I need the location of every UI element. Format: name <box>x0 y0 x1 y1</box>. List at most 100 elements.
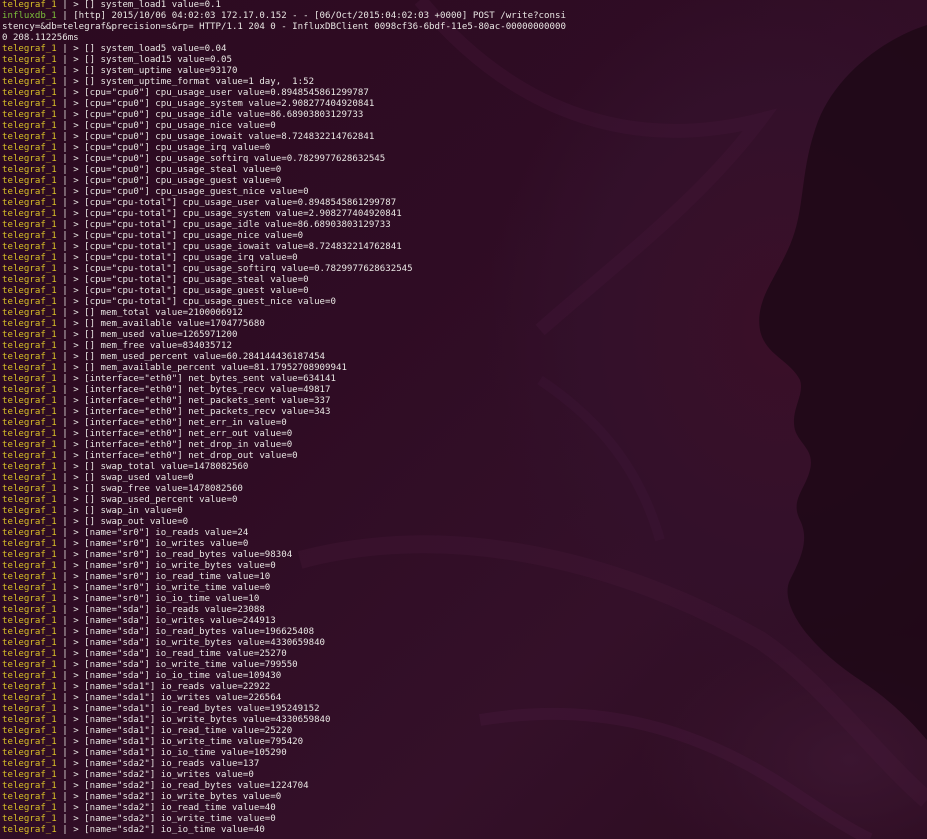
log-line: telegraf_1 | > [] system_uptime value=93… <box>2 66 927 77</box>
log-separator: | <box>56 484 74 494</box>
log-separator: | <box>56 220 74 230</box>
log-line: telegraf_1 | > [name="sda2"] io_read_tim… <box>2 803 927 814</box>
log-message: [http] 2015/10/06 04:02:03 172.17.0.152 … <box>73 11 566 21</box>
log-message: > [name="sda"] io_write_bytes value=4330… <box>73 638 326 648</box>
log-message: > [name="sda2"] io_write_time value=0 <box>73 814 276 824</box>
log-line: telegraf_1 | > [name="sr0"] io_read_byte… <box>2 550 927 561</box>
log-message: > [] mem_used_percent value=60.284144436… <box>73 352 326 362</box>
log-line: telegraf_1 | > [name="sda"] io_reads val… <box>2 605 927 616</box>
log-line: telegraf_1 | > [name="sr0"] io_read_time… <box>2 572 927 583</box>
log-source-tag: telegraf_1 <box>2 572 57 582</box>
log-source-tag: telegraf_1 <box>2 77 57 87</box>
log-message: > [cpu="cpu0"] cpu_usage_system value=2.… <box>73 99 375 109</box>
log-separator: | <box>56 759 74 769</box>
log-message: > [cpu="cpu-total"] cpu_usage_guest valu… <box>73 286 309 296</box>
log-separator: | <box>56 176 74 186</box>
log-line: telegraf_1 | > [cpu="cpu0"] cpu_usage_gu… <box>2 176 927 187</box>
log-message: > [] swap_used value=0 <box>73 473 194 483</box>
log-source-tag: telegraf_1 <box>2 308 57 318</box>
log-line: telegraf_1 | > [cpu="cpu0"] cpu_usage_so… <box>2 154 927 165</box>
log-source-tag: telegraf_1 <box>2 440 57 450</box>
log-line: telegraf_1 | > [name="sda1"] io_write_ti… <box>2 737 927 748</box>
log-message: > [cpu="cpu0"] cpu_usage_user value=0.89… <box>73 88 369 98</box>
log-message: > [name="sr0"] io_reads value=24 <box>73 528 249 538</box>
log-source-tag: telegraf_1 <box>2 231 57 241</box>
log-line: telegraf_1 | > [name="sda"] io_read_byte… <box>2 627 927 638</box>
log-separator: | <box>56 242 74 252</box>
log-line: telegraf_1 | > [cpu="cpu-total"] cpu_usa… <box>2 198 927 209</box>
log-message: > [cpu="cpu-total"] cpu_usage_iowait val… <box>73 242 402 252</box>
log-message: > [interface="eth0"] net_packets_recv va… <box>73 407 331 417</box>
log-source-tag: telegraf_1 <box>2 726 57 736</box>
log-source-tag: telegraf_1 <box>2 242 57 252</box>
log-separator: | <box>56 704 74 714</box>
log-line: telegraf_1 | > [name="sda2"] io_write_by… <box>2 792 927 803</box>
log-line: telegraf_1 | > [interface="eth0"] net_pa… <box>2 396 927 407</box>
log-source-tag: telegraf_1 <box>2 286 57 296</box>
terminal-window[interactable]: telegraf_1 | > [] system_load1 value=0.1… <box>0 0 927 839</box>
log-separator: | <box>56 297 74 307</box>
log-separator: | <box>56 253 74 263</box>
log-message: > [cpu="cpu-total"] cpu_usage_guest_nice… <box>73 297 336 307</box>
log-line: telegraf_1 | > [cpu="cpu-total"] cpu_usa… <box>2 220 927 231</box>
log-separator: | <box>56 770 74 780</box>
terminal-output[interactable]: telegraf_1 | > [] system_load1 value=0.1… <box>2 0 927 836</box>
log-source-tag: telegraf_1 <box>2 275 57 285</box>
log-source-tag: telegraf_1 <box>2 352 57 362</box>
log-message: > [name="sr0"] io_read_time value=10 <box>73 572 271 582</box>
log-source-tag: telegraf_1 <box>2 561 57 571</box>
log-line: telegraf_1 | > [interface="eth0"] net_pa… <box>2 407 927 418</box>
log-line: influxdb_1 | [http] 2015/10/06 04:02:03 … <box>2 11 927 22</box>
log-source-tag: telegraf_1 <box>2 539 57 549</box>
log-separator: | <box>56 594 74 604</box>
log-source-tag: telegraf_1 <box>2 209 57 219</box>
log-line: telegraf_1 | > [] system_load15 value=0.… <box>2 55 927 66</box>
log-line: telegraf_1 | > [cpu="cpu-total"] cpu_usa… <box>2 253 927 264</box>
log-line: telegraf_1 | > [cpu="cpu0"] cpu_usage_gu… <box>2 187 927 198</box>
log-separator: | <box>56 726 74 736</box>
log-separator: | <box>56 550 74 560</box>
log-source-tag: telegraf_1 <box>2 715 57 725</box>
log-line: telegraf_1 | > [name="sda"] io_io_time v… <box>2 671 927 682</box>
log-source-tag: telegraf_1 <box>2 451 57 461</box>
log-message: > [] swap_free value=1478082560 <box>73 484 243 494</box>
log-message: > [] mem_used value=1265971200 <box>73 330 238 340</box>
log-separator: | <box>56 517 74 527</box>
log-line: telegraf_1 | > [cpu="cpu0"] cpu_usage_io… <box>2 132 927 143</box>
log-source-tag: telegraf_1 <box>2 176 57 186</box>
log-line: telegraf_1 | > [] swap_used value=0 <box>2 473 927 484</box>
log-line: telegraf_1 | > [cpu="cpu-total"] cpu_usa… <box>2 242 927 253</box>
log-message: > [cpu="cpu0"] cpu_usage_softirq value=0… <box>73 154 386 164</box>
log-source-tag: telegraf_1 <box>2 660 57 670</box>
log-separator: | <box>56 154 74 164</box>
log-source-tag: telegraf_1 <box>2 748 57 758</box>
log-line: stency=&db=telegraf&precision=s&rp= HTTP… <box>2 22 927 33</box>
log-line: telegraf_1 | > [cpu="cpu-total"] cpu_usa… <box>2 209 927 220</box>
log-message: > [] swap_out value=0 <box>73 517 189 527</box>
log-line: telegraf_1 | > [] swap_free value=147808… <box>2 484 927 495</box>
log-source-tag: telegraf_1 <box>2 198 57 208</box>
log-separator: | <box>56 198 74 208</box>
log-source-tag: telegraf_1 <box>2 319 57 329</box>
log-line: telegraf_1 | > [name="sda1"] io_io_time … <box>2 748 927 759</box>
log-message: > [name="sr0"] io_io_time value=10 <box>73 594 260 604</box>
log-separator: | <box>56 495 74 505</box>
log-message: > [name="sda"] io_read_bytes value=19662… <box>73 627 315 637</box>
log-separator: | <box>56 396 74 406</box>
log-message: > [] system_load15 value=0.05 <box>73 55 232 65</box>
log-separator: | <box>56 341 74 351</box>
log-message: > [] system_load1 value=0.1 <box>73 0 222 10</box>
log-line: telegraf_1 | > [interface="eth0"] net_dr… <box>2 451 927 462</box>
log-separator: | <box>56 616 74 626</box>
log-message: > [interface="eth0"] net_err_in value=0 <box>73 418 287 428</box>
log-source-tag: telegraf_1 <box>2 649 57 659</box>
log-message: > [cpu="cpu-total"] cpu_usage_softirq va… <box>73 264 413 274</box>
log-line: telegraf_1 | > [cpu="cpu-total"] cpu_usa… <box>2 297 927 308</box>
log-separator: | <box>56 539 74 549</box>
log-message: > [name="sda2"] io_write_bytes value=0 <box>73 792 282 802</box>
log-separator: | <box>56 660 74 670</box>
log-source-tag: telegraf_1 <box>2 704 57 714</box>
log-separator: | <box>56 561 74 571</box>
log-source-tag: telegraf_1 <box>2 627 57 637</box>
log-message: > [cpu="cpu-total"] cpu_usage_idle value… <box>73 220 391 230</box>
